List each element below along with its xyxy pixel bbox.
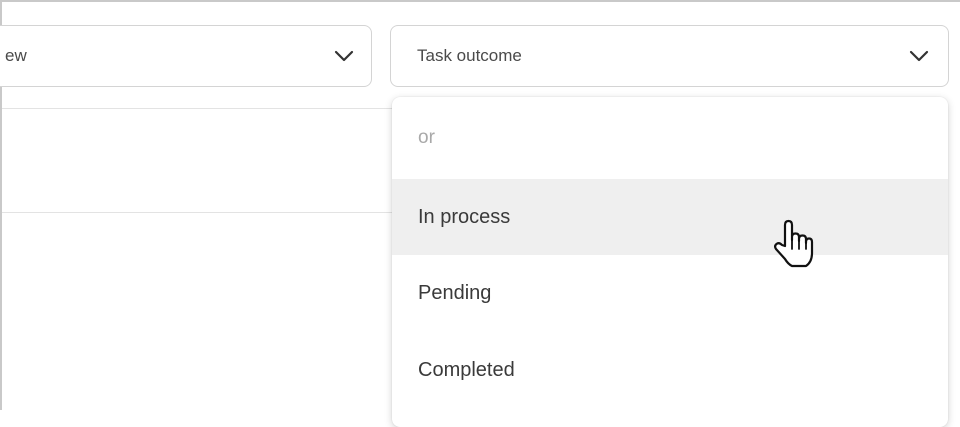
dropdown-option-completed[interactable]: Completed [392, 332, 948, 408]
task-outcome-select-value: Task outcome [417, 46, 522, 65]
chevron-down-icon [908, 48, 930, 64]
task-outcome-dropdown-menu: or In process Pending Completed [392, 97, 948, 427]
task-outcome-select[interactable]: Task outcome [390, 25, 949, 87]
divider-line [2, 212, 392, 213]
dropdown-option-or[interactable]: or [392, 100, 948, 176]
window-top-border [0, 0, 960, 2]
hand-pointer-cursor-icon [771, 218, 815, 270]
dropdown-option-pending[interactable]: Pending [392, 255, 948, 331]
dropdown-option-in-process[interactable]: In process [392, 179, 948, 255]
divider-line [2, 108, 392, 109]
view-select[interactable]: ew [0, 25, 372, 87]
view-select-value: ew [5, 46, 27, 65]
chevron-down-icon [333, 48, 355, 64]
